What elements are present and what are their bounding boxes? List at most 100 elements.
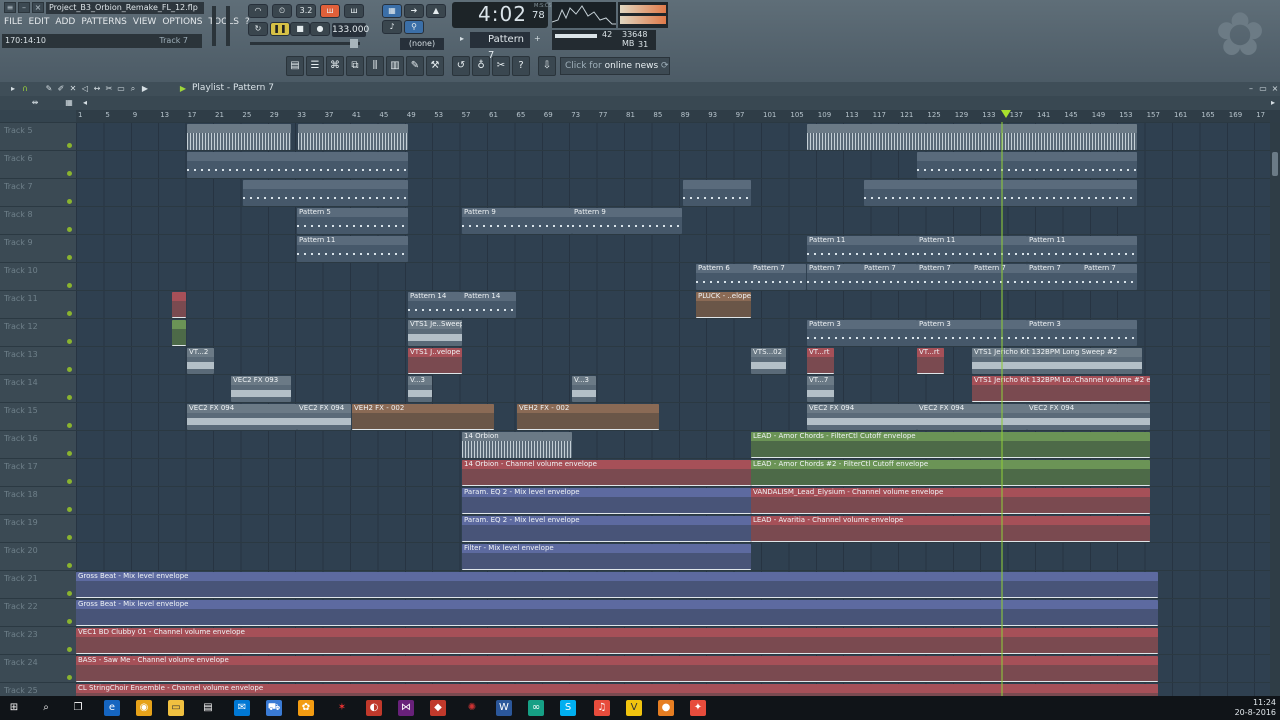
slip-tool-icon[interactable]: ↔ <box>92 83 102 94</box>
link-icon[interactable]: ♪ <box>382 20 402 34</box>
playlist-clip[interactable]: Filter - Mix level envelope <box>462 544 751 570</box>
playlist-clip[interactable]: VTS1 J..velope <box>408 348 462 374</box>
typing-keyboard-icon[interactable]: ▦ <box>382 4 402 18</box>
track-lane[interactable]: Gross Beat - Mix level envelope <box>76 571 1270 599</box>
playlist-clip[interactable]: 14 Orbion <box>462 432 572 458</box>
playlist-minimize-icon[interactable]: – <box>1246 83 1256 94</box>
menu-item[interactable]: OPTIONS <box>162 17 202 27</box>
playlist-clip[interactable]: Gross Beat - Mix level envelope <box>76 572 1158 598</box>
channel-rack-icon[interactable]: ⌘ <box>326 56 344 76</box>
playlist-clip[interactable]: Pattern 3 <box>1027 320 1137 346</box>
playlist-clip[interactable]: PLUCK - ..elope <box>696 292 751 318</box>
paint-tool-icon[interactable]: ✐ <box>56 83 66 94</box>
track-lane[interactable]: VEC1 BD Clubby 01 - Channel volume envel… <box>76 627 1270 655</box>
playlist-clip[interactable]: Pattern 11 <box>297 236 408 262</box>
download-icon[interactable]: ⇩ <box>538 56 556 76</box>
menu-item[interactable]: VIEW <box>133 17 156 27</box>
track-enable-led[interactable] <box>67 367 72 372</box>
playlist-clip[interactable]: Pattern 3 <box>807 320 917 346</box>
playlist-clip[interactable]: VT...rt <box>807 348 834 374</box>
playlist-clip[interactable]: VTS1 Je..Sweep <box>408 320 462 346</box>
vertical-scrollbar[interactable] <box>1270 122 1280 696</box>
playlist-clip[interactable]: Pattern 11 <box>917 236 1027 262</box>
menu-item[interactable]: EDIT <box>29 17 50 27</box>
playlist-clip[interactable] <box>187 124 291 150</box>
playlist-clip[interactable]: VTS1 Jericho Kit 132BPM Long Sweep #2 <box>972 348 1142 374</box>
track-lane[interactable]: Pattern 6 Pattern 7 Pattern 7 Pattern 7 Patt… <box>76 263 1270 291</box>
playlist-clip[interactable]: Pattern 7 <box>917 264 972 290</box>
playlist-clip[interactable] <box>187 152 408 178</box>
track-enable-led[interactable] <box>67 255 72 260</box>
zoom-tool-icon[interactable]: ⌕ <box>128 83 138 94</box>
loop-icon[interactable]: ↻ <box>248 22 268 36</box>
microphone-icon[interactable]: ♁ <box>472 56 490 76</box>
track-enable-led[interactable] <box>67 283 72 288</box>
mixer-icon[interactable]: ⧉ <box>346 56 364 76</box>
stop-button[interactable]: ■ <box>290 22 310 36</box>
playlist-clip[interactable]: LEAD - Avaritia - Channel volume envelop… <box>751 516 1150 542</box>
playlist-clip[interactable]: Pattern 7 <box>862 264 917 290</box>
playlist-clip[interactable]: Pattern 9 <box>572 208 682 234</box>
snap-selector[interactable]: (none) <box>400 38 444 50</box>
playlist-clip[interactable] <box>172 292 186 318</box>
track-label[interactable]: Track 10 <box>0 263 76 291</box>
playlist-clip[interactable]: VEC1 BD Clubby 01 - Channel volume envel… <box>76 628 1158 654</box>
browser-icon[interactable]: ▥ <box>386 56 404 76</box>
track-lane[interactable]: VT...2 VTS1 J..velope VTS...02 VT...rt VT...… <box>76 347 1270 375</box>
chrome-icon[interactable]: ◉ <box>136 700 152 716</box>
playlist-clip[interactable]: VEC2 FX 094 <box>807 404 917 430</box>
record-mode-icon[interactable]: ш <box>320 4 340 18</box>
track-label[interactable]: Track 7 <box>0 179 76 207</box>
online-news-button[interactable]: Click for online news ⟳ <box>560 57 670 75</box>
pause-button[interactable]: ❚❚ <box>270 22 290 36</box>
git-icon[interactable]: ◆ <box>430 700 446 716</box>
playlist-clip[interactable] <box>683 180 751 206</box>
record-button[interactable]: ● <box>310 22 330 36</box>
playlist-clip[interactable]: VEC2 FX 094 <box>297 404 351 430</box>
playlist-clip[interactable]: VEH2 FX - 002 <box>517 404 659 430</box>
playlist-clip[interactable]: VTS1 Jericho Kit 132BPM Lo..Channel volu… <box>972 376 1150 402</box>
track-lane[interactable]: Pattern 14 Pattern 14 PLUCK - ..elope <box>76 291 1270 319</box>
track-lane[interactable] <box>76 151 1270 179</box>
pattern-selector[interactable]: ▸ Pattern 7 + <box>458 30 544 61</box>
playlist-clip[interactable]: Pattern 14 <box>408 292 462 318</box>
track-enable-led[interactable] <box>67 143 72 148</box>
help-icon[interactable]: ? <box>512 56 530 76</box>
draw-tool-icon[interactable]: ✎ <box>44 83 54 94</box>
search-icon[interactable]: ⌕ <box>38 700 54 716</box>
snap-icon[interactable]: ⚲ <box>404 20 424 34</box>
track-lane[interactable]: Pattern 5 Pattern 9 Pattern 9 <box>76 207 1270 235</box>
playlist-clip[interactable]: Pattern 7 <box>1082 264 1137 290</box>
time-signature-button[interactable]: 3.2 <box>296 4 316 18</box>
track-label[interactable]: Track 16 <box>0 431 76 459</box>
playlist-clip[interactable]: BASS - Saw Me - Channel volume envelope <box>76 656 1158 682</box>
playlist-clip[interactable]: Pattern 7 <box>1027 264 1082 290</box>
playlist-clip[interactable]: Pattern 7 <box>807 264 862 290</box>
playlist-window-icon[interactable]: ▤ <box>286 56 304 76</box>
track-enable-led[interactable] <box>67 535 72 540</box>
track-enable-led[interactable] <box>67 647 72 652</box>
track-label[interactable]: Track 21 <box>0 571 76 599</box>
track-enable-led[interactable] <box>67 227 72 232</box>
track-enable-led[interactable] <box>67 507 72 512</box>
track-lane[interactable]: Gross Beat - Mix level envelope <box>76 599 1270 627</box>
playlist-clip[interactable]: Pattern 7 <box>751 264 806 290</box>
playlist-maximize-icon[interactable]: ▭ <box>1258 83 1268 94</box>
settings-icon[interactable]: ✂ <box>492 56 510 76</box>
pattern-add-icon[interactable]: + <box>534 34 541 43</box>
menu-item[interactable]: ADD <box>55 17 75 27</box>
playlist-clip[interactable]: VEC2 FX 094 <box>187 404 297 430</box>
playlist-clip[interactable]: V...3 <box>572 376 596 402</box>
playlist-clip[interactable] <box>917 152 1137 178</box>
menu-item[interactable]: FILE <box>4 17 23 27</box>
skype-icon[interactable]: S <box>560 700 576 716</box>
app-icon-3[interactable]: ✺ <box>464 700 480 716</box>
track-lane[interactable]: VEC2 FX 093 V...3 V...3 VT...7 VTS1 Jericho … <box>76 375 1270 403</box>
playlist-clip[interactable]: VTS...02 <box>751 348 786 374</box>
track-enable-led[interactable] <box>67 451 72 456</box>
track-enable-led[interactable] <box>67 311 72 316</box>
track-label[interactable]: Track 24 <box>0 655 76 683</box>
master-pitch-slider[interactable] <box>226 6 230 46</box>
mute-tool-icon[interactable]: ◁ <box>80 83 90 94</box>
track-label[interactable]: Track 23 <box>0 627 76 655</box>
